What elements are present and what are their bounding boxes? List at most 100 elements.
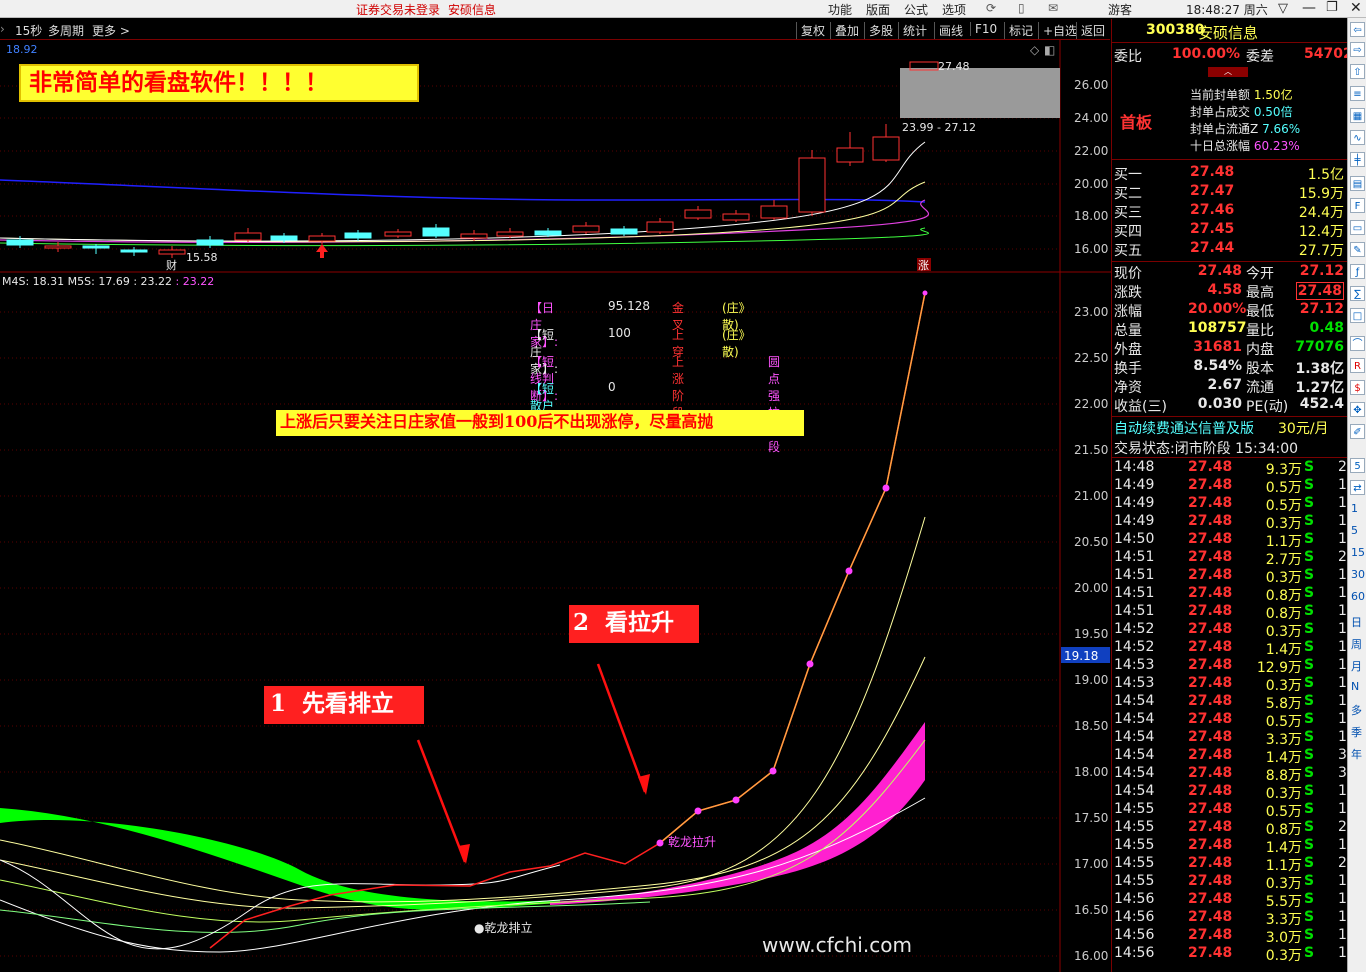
- m5s-value: M5S: 17.69: [67, 275, 130, 288]
- ad-price: 30元/月: [1278, 421, 1329, 437]
- limit-tag: 涨: [918, 259, 929, 272]
- period-11[interactable]: 年: [1351, 746, 1362, 762]
- collapse-icon[interactable]: ︿: [1208, 67, 1248, 77]
- svg-text:17.50: 17.50: [1074, 811, 1108, 825]
- fin-tag[interactable]: 财: [166, 258, 177, 272]
- period-5[interactable]: 日: [1351, 614, 1362, 630]
- grid-icon[interactable]: ▦: [1350, 108, 1365, 123]
- period-8[interactable]: N: [1351, 680, 1359, 693]
- ind3-value: : 23.22: [133, 275, 173, 288]
- tick-row: 14:54 27.48 1.4万 S 3: [1114, 747, 1347, 766]
- low-label: 15.58: [186, 251, 218, 264]
- fund-icon[interactable]: F: [1350, 198, 1365, 213]
- menu-formula[interactable]: 公式: [904, 1, 928, 18]
- phone-icon[interactable]: ▯: [1018, 1, 1025, 15]
- box-icon[interactable]: □: [1350, 308, 1365, 323]
- restore-icon[interactable]: ❐: [1326, 0, 1338, 15]
- menu-options[interactable]: 选项: [942, 1, 966, 18]
- bid-row[interactable]: 买二 27.47 15.9万: [1112, 183, 1348, 202]
- strong-pull-line: [659, 292, 926, 844]
- dollar-icon[interactable]: $: [1350, 380, 1365, 395]
- switch-icon[interactable]: ⇄: [1350, 480, 1365, 495]
- high-label: 27.48: [938, 60, 970, 73]
- menu-layout[interactable]: 版面: [866, 1, 890, 18]
- tick-row: 14:54 27.48 3.3万 S 1: [1114, 729, 1347, 748]
- stock-name: 安硕信息: [1198, 24, 1259, 42]
- ad-row[interactable]: 自动续费通达信普及版 30元/月: [1112, 418, 1348, 437]
- kline-icon[interactable]: ╪: [1350, 152, 1365, 167]
- curve-icon[interactable]: ⌒: [1350, 336, 1365, 351]
- btn-back[interactable]: 返回: [1076, 22, 1105, 39]
- btn-add-watch[interactable]: +自选: [1038, 22, 1077, 39]
- candle-body: [158, 249, 186, 255]
- bid-row[interactable]: 买一 27.48 1.5亿: [1112, 164, 1348, 183]
- clock: 18:48:27 周六: [1186, 3, 1268, 17]
- minimize-icon[interactable]: —: [1302, 0, 1316, 16]
- btn-f10[interactable]: F10: [970, 22, 997, 36]
- period-15s[interactable]: 15秒: [15, 22, 42, 39]
- bid-row[interactable]: 买三 27.46 24.4万: [1112, 202, 1348, 221]
- stat-row: 换手 8.54% 股本 1.38亿: [1114, 358, 1344, 377]
- candle-body: [610, 228, 638, 235]
- pen-icon[interactable]: ✐: [1350, 424, 1365, 439]
- line-chart-icon[interactable]: ∿: [1350, 130, 1365, 145]
- period-10[interactable]: 季: [1351, 724, 1362, 740]
- btn-mark[interactable]: 标记: [1004, 22, 1033, 39]
- svg-text:22.00: 22.00: [1074, 397, 1108, 411]
- fn-icon[interactable]: ƒ: [1350, 264, 1365, 279]
- tick-row: 14:49 27.48 0.5万 S 1: [1114, 495, 1347, 514]
- stat-row: 现价 27.48 今开 27.12: [1114, 263, 1344, 282]
- period-multi[interactable]: 多周期: [48, 22, 84, 39]
- tick-row: 14:55 27.48 1.1万 S 2: [1114, 855, 1347, 874]
- svg-text:21.50: 21.50: [1074, 443, 1108, 457]
- tick-row: 14:56 27.48 5.5万 S 1: [1114, 891, 1347, 910]
- tick-row: 14:56 27.48 0.3万 S 1: [1114, 945, 1347, 964]
- chart-area[interactable]: 27.48 23.99 - 27.12 15.58 财 涨 ◇ ◧ 26.00 …: [0, 40, 1111, 972]
- period-2[interactable]: 15: [1351, 546, 1365, 559]
- stat-row: 净资 2.67 流通 1.27亿: [1114, 377, 1344, 396]
- login-status[interactable]: 证券交易未登录: [356, 1, 440, 18]
- btn-multi-stock[interactable]: 多股: [864, 22, 893, 39]
- left-arrow-icon[interactable]: ⇦: [1350, 22, 1365, 37]
- rsi-icon[interactable]: R: [1350, 358, 1365, 373]
- f5-icon[interactable]: 5: [1350, 458, 1365, 473]
- guest-label[interactable]: 游客: [1108, 1, 1132, 18]
- btn-stats[interactable]: 统计: [898, 22, 927, 39]
- right-arrow-icon[interactable]: ⇨: [1350, 42, 1365, 57]
- title-bar: 证券交易未登录 安硕信息 功能 版面 公式 选项 ⟳ ▯ ✉ 游客 18:48:…: [0, 0, 1366, 18]
- btn-adjust[interactable]: 复权: [796, 22, 825, 39]
- note-icon[interactable]: ✎: [1350, 242, 1365, 257]
- period-1[interactable]: 5: [1351, 524, 1358, 537]
- table-icon[interactable]: ▤: [1350, 176, 1365, 191]
- up-arrow-icon[interactable]: ⇧: [1350, 64, 1365, 79]
- btn-draw[interactable]: 画线: [934, 22, 963, 39]
- bid-row[interactable]: 买四 27.45 12.4万: [1112, 221, 1348, 240]
- bid-row[interactable]: 买五 27.44 27.7万: [1112, 240, 1348, 259]
- period-9[interactable]: 多: [1351, 702, 1362, 718]
- move-icon[interactable]: ✥: [1350, 402, 1365, 417]
- help-icon[interactable]: ▽: [1278, 1, 1288, 16]
- candle-body: [344, 232, 372, 239]
- seal-info: 当前封单额 1.50亿 封单占成交 0.50倍 封单占流通Z 7.66% 十日总…: [1190, 88, 1301, 153]
- close-icon[interactable]: ✕: [1350, 0, 1362, 16]
- tick-row: 14:52 27.48 0.3万 S 1: [1114, 621, 1347, 640]
- btn-overlay[interactable]: 叠加: [830, 22, 859, 39]
- period-6[interactable]: 周: [1351, 636, 1362, 652]
- formula-icon[interactable]: ∑: [1350, 286, 1365, 301]
- tick-row: 14:56 27.48 3.3万 S 1: [1114, 909, 1347, 928]
- candle-body: [496, 231, 524, 237]
- period-more[interactable]: 更多 >: [92, 22, 130, 39]
- menu-function[interactable]: 功能: [828, 1, 852, 18]
- tick-row: 14:55 27.48 0.8万 S 2: [1114, 819, 1347, 838]
- refresh-icon[interactable]: ⟳: [986, 1, 996, 15]
- scroll-left-icon[interactable]: ›: [0, 22, 5, 36]
- tick-row: 14:49 27.48 0.5万 S 1: [1114, 477, 1347, 496]
- period-0[interactable]: 1: [1351, 502, 1358, 515]
- doc-icon[interactable]: ▭: [1350, 220, 1365, 235]
- list-icon[interactable]: ≡: [1350, 86, 1365, 101]
- mail-icon[interactable]: ✉: [1048, 1, 1058, 15]
- period-7[interactable]: 月: [1351, 658, 1362, 674]
- period-3[interactable]: 30: [1351, 568, 1365, 581]
- period-4[interactable]: 60: [1351, 590, 1365, 603]
- ma-white-line: [0, 141, 926, 242]
